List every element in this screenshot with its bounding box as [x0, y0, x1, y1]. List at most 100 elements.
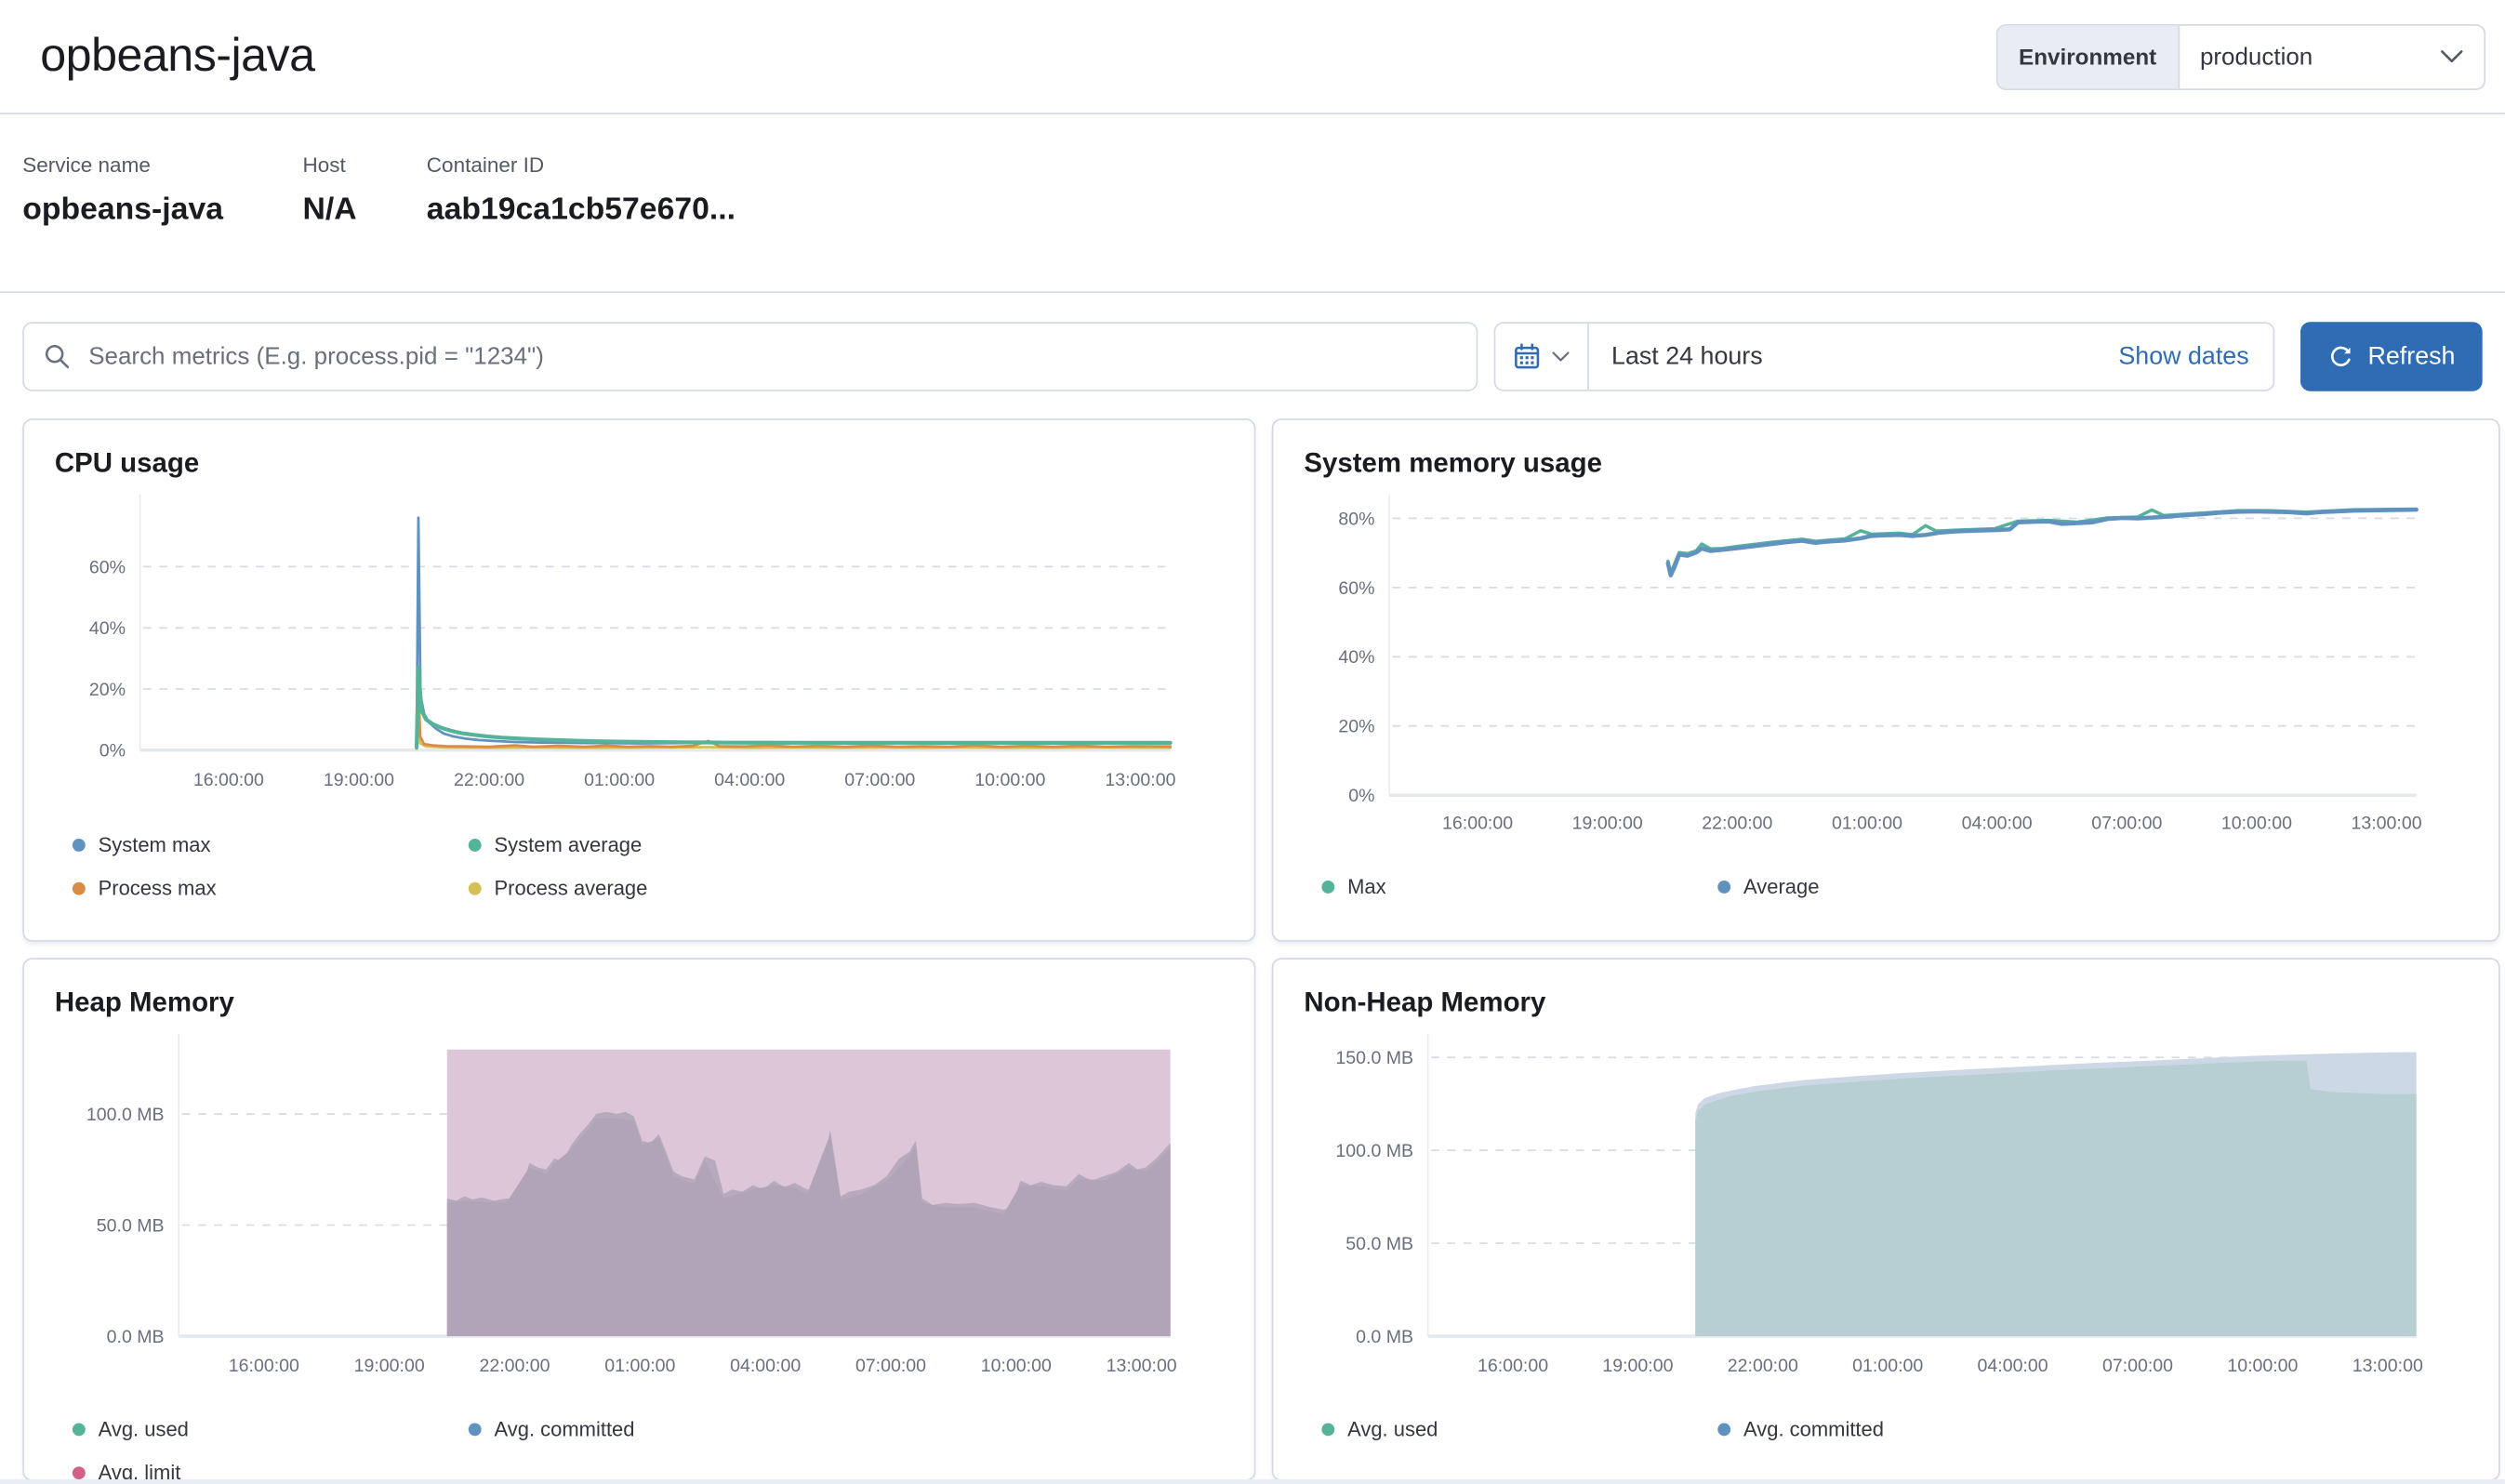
y-tick-label: 60%: [1338, 578, 1374, 599]
legend-item[interactable]: Avg. used: [73, 1411, 469, 1445]
x-tick-label: 19:00:00: [354, 1356, 425, 1376]
time-range-display[interactable]: Last 24 hours: [1589, 342, 2095, 371]
container-id-value: aab19ca1cb57e670...: [427, 192, 736, 229]
x-tick-label: 01:00:00: [1852, 1356, 1923, 1376]
service-name-value: opbeans-java: [22, 192, 302, 229]
legend-item[interactable]: Avg. limit: [73, 1455, 469, 1481]
x-tick-label: 04:00:00: [1978, 1356, 2048, 1376]
x-tick-label: 16:00:00: [1442, 814, 1513, 834]
legend-dot-icon: [469, 1423, 482, 1436]
show-dates-button[interactable]: Show dates: [2094, 342, 2273, 371]
legend-item[interactable]: Process max: [73, 871, 469, 905]
host-label: Host: [302, 152, 426, 177]
environment-value: production: [2200, 43, 2313, 70]
x-tick-label: 16:00:00: [229, 1356, 299, 1376]
x-tick-label: 13:00:00: [1105, 770, 1175, 790]
x-tick-label: 10:00:00: [2221, 814, 2292, 834]
sysmem-chart-canvas[interactable]: 0%20%40%60%80%16:00:0019:00:0022:00:0001…: [1273, 420, 2499, 942]
x-tick-label: 22:00:00: [479, 1356, 550, 1376]
legend-item[interactable]: Max: [1321, 869, 1717, 903]
search-input[interactable]: [86, 341, 1457, 372]
y-tick-label: 20%: [1338, 717, 1374, 737]
legend-dot-icon: [1717, 1423, 1730, 1436]
legend-label: Process max: [99, 877, 217, 899]
legend-item[interactable]: Avg. committed: [1717, 1411, 2114, 1445]
legend-label: Process average: [495, 877, 648, 899]
chart-title: System memory usage: [1304, 447, 1602, 480]
series-line: [417, 668, 1171, 748]
x-tick-label: 01:00:00: [604, 1356, 675, 1376]
legend-item[interactable]: Avg. used: [1321, 1411, 1717, 1445]
legend-label: System average: [495, 833, 643, 855]
environment-select[interactable]: production: [2179, 25, 2484, 88]
series-line: [1668, 510, 2417, 576]
y-tick-label: 40%: [1338, 647, 1374, 668]
x-tick-label: 13:00:00: [2352, 814, 2422, 834]
container-id-field: Container ID aab19ca1cb57e670...: [427, 152, 736, 291]
legend-dot-icon: [73, 838, 86, 851]
legend-label: Average: [1743, 875, 1819, 897]
heap-chart-canvas[interactable]: 0.0 MB50.0 MB100.0 MB16:00:0019:00:0022:…: [24, 960, 1255, 1481]
x-tick-label: 19:00:00: [1572, 814, 1643, 834]
legend-item[interactable]: Average: [1717, 869, 2114, 903]
legend-label: Avg. committed: [1743, 1417, 1884, 1439]
y-tick-label: 20%: [89, 680, 126, 700]
chart-title: Heap Memory: [55, 987, 234, 1019]
x-tick-label: 04:00:00: [730, 1356, 801, 1376]
date-picker[interactable]: Last 24 hours Show dates: [1494, 322, 2275, 391]
page-header: opbeans-java Environment production: [0, 0, 2505, 114]
host-field: Host N/A: [302, 152, 426, 291]
refresh-icon: [2327, 344, 2353, 370]
heap-memory-panel: Heap Memory 0.0 MB50.0 MB100.0 MB16:00:0…: [22, 958, 1255, 1481]
x-tick-label: 22:00:00: [454, 770, 524, 790]
y-tick-label: 0%: [99, 741, 126, 762]
cpu-legend: System max System average Process max Proce…: [73, 828, 1241, 914]
legend-item[interactable]: Avg. committed: [469, 1411, 865, 1445]
metrics-grid: CPU usage 0% 20% 40% 60% 16:00:00 19:00:00 22:…: [0, 391, 2505, 1481]
service-info-band: Service name opbeans-java Host N/A Conta…: [0, 114, 2505, 293]
legend-item[interactable]: System average: [469, 828, 865, 861]
legend-dot-icon: [73, 881, 86, 894]
x-tick-label: 22:00:00: [1702, 814, 1772, 834]
legend-label: Avg. limit: [99, 1461, 181, 1481]
legend-item[interactable]: Process average: [469, 871, 865, 905]
x-tick-label: 10:00:00: [2227, 1356, 2298, 1376]
refresh-button[interactable]: Refresh: [2300, 322, 2483, 391]
page-bottom-strip: [0, 1479, 2505, 1484]
x-tick-label: 16:00:00: [1478, 1356, 1548, 1376]
series-line: [417, 668, 1171, 749]
x-tick-label: 19:00:00: [324, 770, 394, 790]
legend-label: Avg. committed: [495, 1417, 635, 1439]
host-value: N/A: [302, 192, 426, 229]
legend-dot-icon: [1717, 880, 1730, 893]
y-tick-label: 50.0 MB: [1345, 1234, 1413, 1254]
legend-label: System max: [99, 833, 211, 855]
container-id-label: Container ID: [427, 152, 736, 177]
chart-title: Non-Heap Memory: [1304, 987, 1545, 1019]
x-tick-label: 19:00:00: [1602, 1356, 1673, 1376]
refresh-label: Refresh: [2367, 342, 2455, 371]
service-name-field: Service name opbeans-java: [22, 152, 302, 291]
environment-selector[interactable]: Environment production: [1996, 23, 2485, 89]
chevron-down-icon: [1552, 351, 1570, 362]
y-tick-label: 150.0 MB: [1335, 1048, 1413, 1068]
x-tick-label: 22:00:00: [1728, 1356, 1798, 1376]
x-tick-label: 01:00:00: [1832, 814, 1902, 834]
date-picker-quick-select[interactable]: [1495, 324, 1588, 390]
series-area: [1695, 1061, 2416, 1336]
search-box[interactable]: [22, 322, 1478, 391]
sysmem-legend: Max Average: [1321, 869, 2485, 913]
legend-item[interactable]: System max: [73, 828, 469, 861]
y-tick-label: 100.0 MB: [86, 1105, 165, 1125]
search-icon: [44, 343, 71, 370]
legend-dot-icon: [73, 1465, 86, 1478]
legend-dot-icon: [1321, 880, 1334, 893]
nonheap-chart-canvas[interactable]: 0.0 MB50.0 MB100.0 MB150.0 MB16:00:0019:…: [1273, 960, 2499, 1481]
x-tick-label: 04:00:00: [714, 770, 785, 790]
y-tick-label: 80%: [1338, 509, 1374, 529]
y-tick-label: 0.0 MB: [107, 1327, 165, 1347]
chart-title: CPU usage: [55, 447, 199, 480]
chevron-down-icon: [2441, 50, 2463, 63]
legend-label: Max: [1347, 875, 1385, 897]
series-line: [417, 518, 1171, 747]
